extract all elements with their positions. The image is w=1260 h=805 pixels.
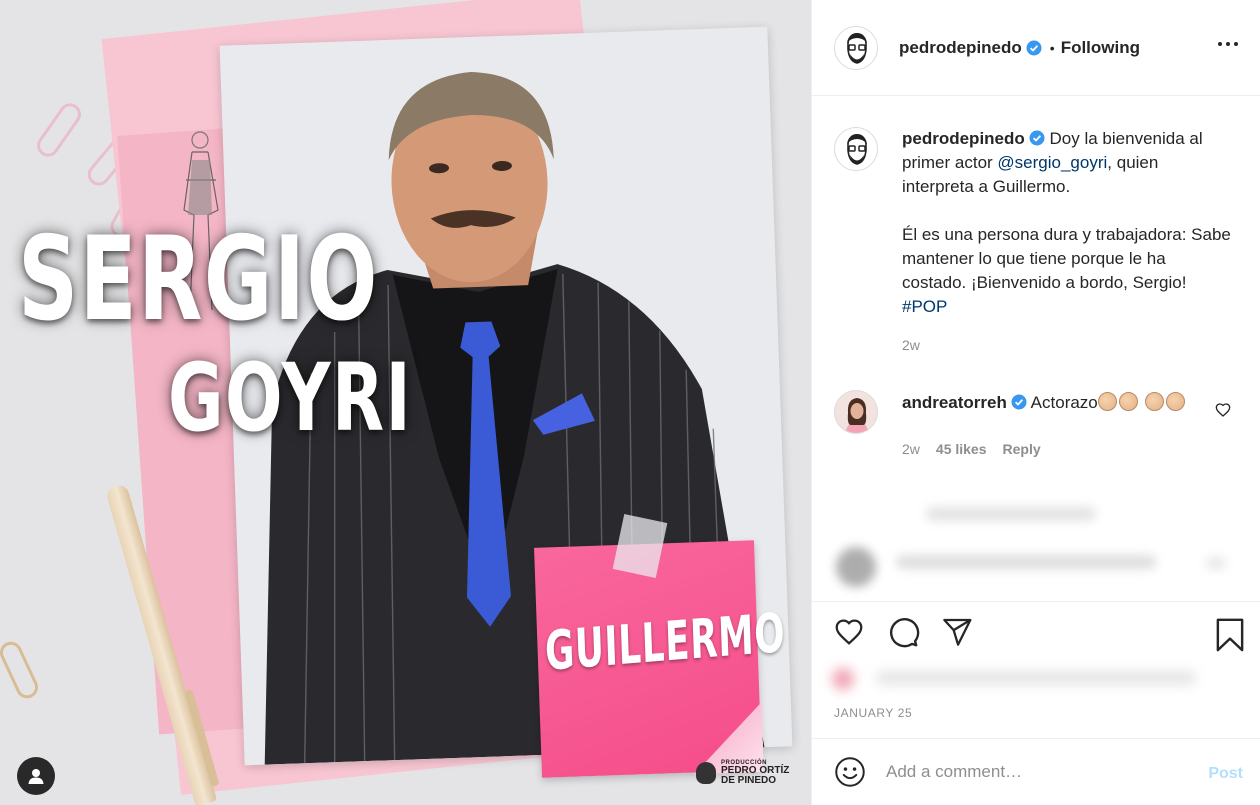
more-options-icon[interactable] (1214, 38, 1242, 50)
avatar[interactable] (834, 127, 878, 171)
share-icon (943, 618, 972, 646)
like-button[interactable] (832, 616, 866, 648)
verified-badge-icon (1011, 394, 1027, 410)
save-button[interactable] (1215, 618, 1245, 657)
likes-summary-placeholder (826, 662, 1206, 692)
user-tag-icon (28, 769, 44, 784)
clapping-emoji-icon (1165, 392, 1185, 411)
following-button[interactable]: Following (1061, 38, 1140, 58)
clapping-emoji-icon (1118, 392, 1138, 411)
producer-face-icon (696, 762, 716, 784)
user-tag-button[interactable] (17, 757, 55, 795)
bookmark-icon (1216, 618, 1244, 652)
post-actions-bar (812, 601, 1260, 661)
clapping-emoji-icon (1144, 392, 1164, 411)
reply-button[interactable]: Reply (1003, 436, 1041, 462)
caption-paragraph: Él es una persona dura y trabajadora: Sa… (902, 225, 1231, 292)
overlay-first-name: SERGIO (18, 212, 379, 347)
mention-link[interactable]: @sergio_goyri (997, 153, 1107, 172)
paperclip-decoration (32, 99, 86, 161)
share-button[interactable] (940, 616, 974, 648)
hashtag-link[interactable]: #POP (902, 297, 947, 316)
comment-timestamp[interactable]: 2w (902, 436, 920, 462)
avatar[interactable] (834, 25, 878, 70)
avatar[interactable] (834, 390, 878, 434)
comment-text: Actorazo (1030, 393, 1098, 412)
overlay-last-name: GOYRI (168, 344, 413, 453)
add-comment-bar: Post (812, 738, 1260, 805)
clapping-emoji-icon (1097, 392, 1117, 411)
post-caption: pedrodepinedo Doy la bienvenida al prime… (834, 127, 1244, 357)
post-comment-button[interactable]: Post (1208, 765, 1243, 783)
comment-button[interactable] (886, 615, 920, 649)
smiley-icon (835, 757, 865, 787)
comment-like-heart-icon[interactable] (1215, 402, 1231, 418)
post-date[interactable]: JANUARY 25 (834, 706, 912, 720)
producer-line-2: DE PINEDO (721, 775, 777, 786)
post-image[interactable]: SERGIO GOYRI GUILLERMO PRODUCCIÓN PEDRO … (0, 0, 811, 805)
emoji-picker-button[interactable] (834, 756, 866, 788)
comment-username[interactable]: andreatorreh (902, 393, 1007, 412)
header-separator: • (1049, 39, 1055, 56)
caption-timestamp[interactable]: 2w (902, 333, 1232, 357)
heart-icon (835, 619, 863, 645)
add-comment-input[interactable] (886, 762, 1186, 782)
verified-badge-icon (1029, 130, 1045, 146)
paperclip-decoration (0, 638, 42, 702)
producer-logo: PRODUCCIÓN PEDRO ORTÍZ DE PINEDO (696, 760, 789, 786)
loading-comments-placeholder (826, 495, 1246, 601)
comment-icon (889, 617, 920, 647)
comment-likes[interactable]: 45 likes (936, 436, 987, 462)
comment-item: andreatorreh Actorazo 2w 45 likes Reply (834, 390, 1244, 462)
post-details-panel: pedrodepinedo • Following pedrodepinedo … (811, 0, 1260, 805)
comments-section[interactable]: pedrodepinedo Doy la bienvenida al prime… (812, 97, 1260, 601)
header-username[interactable]: pedrodepinedo (899, 38, 1022, 58)
verified-badge-icon (1026, 40, 1042, 55)
post-header: pedrodepinedo • Following (812, 0, 1260, 96)
caption-username[interactable]: pedrodepinedo (902, 129, 1025, 148)
